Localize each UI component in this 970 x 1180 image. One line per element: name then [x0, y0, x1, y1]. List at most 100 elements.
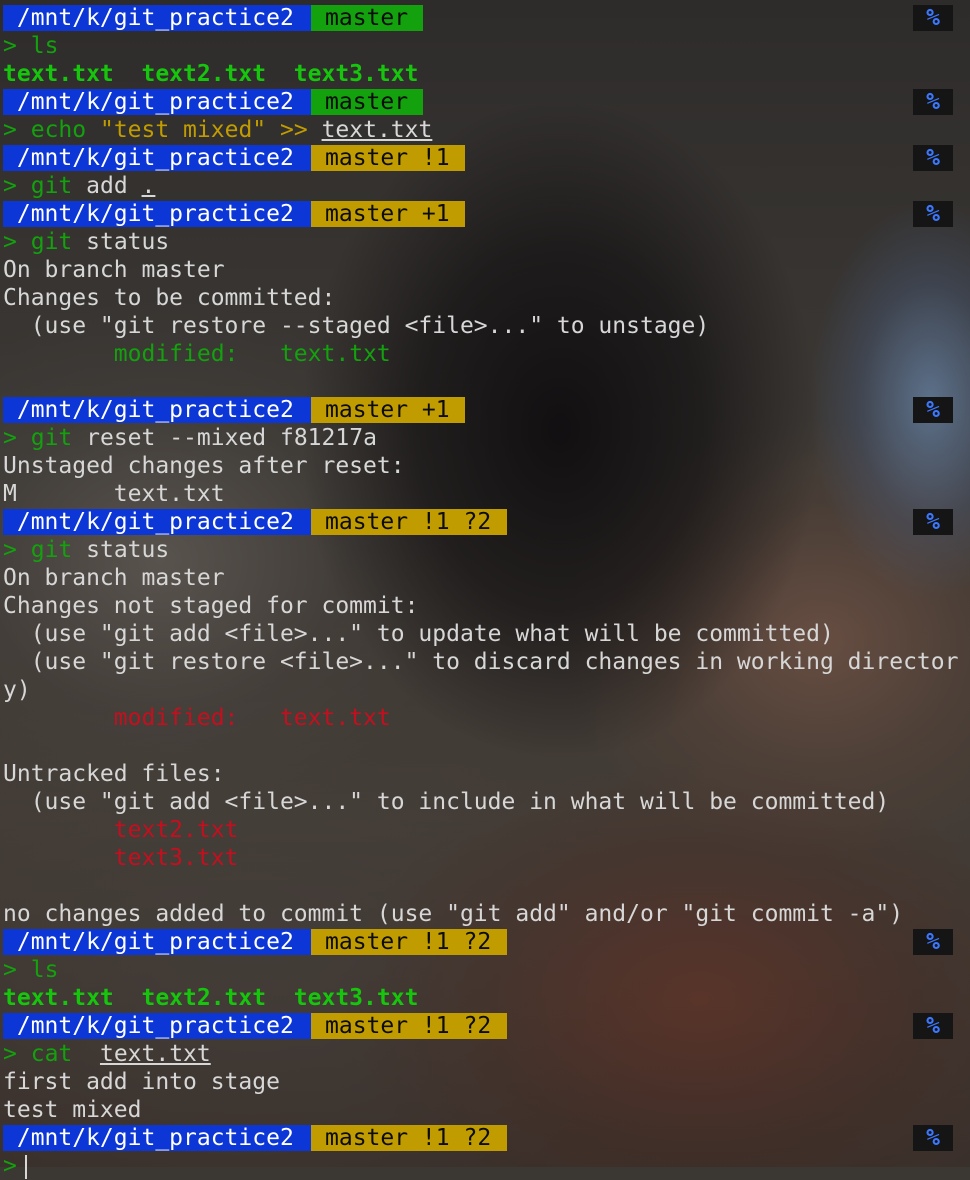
prompt-path-segment: /mnt/k/git_practice2: [3, 929, 311, 955]
prompt-git-branch-segment: master !1 ?2: [311, 1013, 507, 1039]
output-line: Changes not staged for commit:: [3, 593, 419, 619]
prompt-percent-segment: %: [913, 1125, 953, 1151]
command-name: cat: [30, 1041, 73, 1067]
prompt-caret: >: [3, 957, 17, 983]
output-line: Changes to be committed:: [3, 285, 336, 311]
modified-label: modified:: [3, 705, 280, 731]
output-line: (use "git restore --staged <file>..." to…: [3, 313, 710, 339]
prompt-git-branch-segment: master: [311, 89, 423, 115]
output-line: no changes added to commit (use "git add…: [3, 901, 904, 927]
command-args: add: [86, 173, 128, 199]
output-line: M text.txt: [3, 481, 225, 507]
command-line: > cat text.txt: [3, 1040, 970, 1068]
command-string-arg: "test mixed": [99, 117, 267, 143]
untracked-file-line: text2.txt: [3, 817, 239, 843]
command-args: status: [86, 537, 170, 563]
prompt-line: /mnt/k/git_practice2 master !1 ?2 %: [3, 508, 970, 536]
prompt-caret: >: [3, 229, 17, 255]
prompt-percent-segment: %: [913, 145, 953, 171]
unstaged-file-line: modified: text.txt: [3, 704, 970, 732]
command-args: status: [86, 229, 170, 255]
prompt-git-branch-segment: master +1: [311, 397, 465, 423]
prompt-caret: >: [3, 1153, 17, 1179]
prompt-percent-segment: %: [913, 397, 953, 423]
prompt-line: /mnt/k/git_practice2 master %: [3, 88, 970, 116]
command-path-arg: .: [141, 173, 156, 199]
prompt-percent-segment: %: [913, 1013, 953, 1039]
redirect-operator: >>: [280, 117, 308, 143]
modified-file: text.txt: [279, 705, 391, 731]
modified-label: modified:: [3, 341, 280, 367]
staged-file-line: modified: text.txt: [3, 340, 970, 368]
prompt-git-branch-segment: master !1 ?2: [311, 1125, 507, 1151]
prompt-caret: >: [3, 173, 17, 199]
terminal-output[interactable]: /mnt/k/git_practice2 master % > ls text.…: [3, 4, 970, 1180]
output-line: On branch master: [3, 257, 225, 283]
output-line: (use "git restore <file>..." to discard …: [3, 649, 959, 675]
prompt-percent-segment: %: [913, 929, 953, 955]
command-name: echo: [30, 117, 87, 143]
command-name: git: [30, 173, 73, 199]
output-line: On branch master: [3, 565, 225, 591]
prompt-git-branch-segment: master !1: [311, 145, 465, 171]
prompt-percent-segment: %: [913, 5, 953, 31]
untracked-file-line: text3.txt: [3, 845, 239, 871]
prompt-path-segment: /mnt/k/git_practice2: [3, 89, 311, 115]
command-name: git: [30, 425, 73, 451]
command-name: git: [30, 537, 73, 563]
prompt-path-segment: /mnt/k/git_practice2: [3, 145, 311, 171]
prompt-line: /mnt/k/git_practice2 master !1 %: [3, 144, 970, 172]
command-line: > ls: [3, 956, 970, 984]
prompt-git-branch-segment: master +1: [311, 201, 465, 227]
command-line: > git reset --mixed f81217a: [3, 424, 970, 452]
command-file-arg: text.txt: [321, 117, 433, 143]
prompt-caret: >: [3, 537, 17, 563]
command-args: reset --mixed f81217a: [86, 425, 377, 451]
output-line: Untracked files:: [3, 761, 225, 787]
prompt-line: /mnt/k/git_practice2 master +1 %: [3, 396, 970, 424]
command-line: > git add .: [3, 172, 970, 200]
prompt-line: /mnt/k/git_practice2 master !1 ?2 %: [3, 1124, 970, 1152]
prompt-caret: >: [3, 425, 17, 451]
prompt-line: /mnt/k/git_practice2 master %: [3, 4, 970, 32]
output-line: test mixed: [3, 1097, 142, 1123]
prompt-caret: >: [3, 33, 17, 59]
prompt-git-branch-segment: master: [311, 5, 423, 31]
prompt-percent-segment: %: [913, 509, 953, 535]
command-line: > git status: [3, 228, 970, 256]
prompt-git-branch-segment: master !1 ?2: [311, 929, 507, 955]
output-line: Unstaged changes after reset:: [3, 453, 405, 479]
command-name: ls: [30, 957, 59, 983]
command-line: > echo "test mixed" >> text.txt: [3, 116, 970, 144]
modified-file: text.txt: [279, 341, 391, 367]
prompt-path-segment: /mnt/k/git_practice2: [3, 397, 311, 423]
ls-output: text.txt text2.txt text3.txt: [3, 985, 419, 1011]
output-line: y): [3, 677, 31, 703]
prompt-caret: >: [3, 117, 17, 143]
prompt-path-segment: /mnt/k/git_practice2: [3, 5, 311, 31]
output-line: first add into stage: [3, 1069, 280, 1095]
prompt-path-segment: /mnt/k/git_practice2: [3, 1013, 311, 1039]
prompt-git-branch-segment: master !1 ?2: [311, 509, 507, 535]
prompt-percent-segment: %: [913, 201, 953, 227]
active-input-line[interactable]: >: [3, 1152, 970, 1180]
prompt-line: /mnt/k/git_practice2 master !1 ?2 %: [3, 928, 970, 956]
prompt-line: /mnt/k/git_practice2 master +1 %: [3, 200, 970, 228]
prompt-path-segment: /mnt/k/git_practice2: [3, 1125, 311, 1151]
output-line: (use "git add <file>..." to update what …: [3, 621, 834, 647]
command-file-arg: text.txt: [99, 1041, 211, 1067]
prompt-line: /mnt/k/git_practice2 master !1 ?2 %: [3, 1012, 970, 1040]
prompt-caret: >: [3, 1041, 17, 1067]
command-line: > ls: [3, 32, 970, 60]
output-line: (use "git add <file>..." to include in w…: [3, 789, 890, 815]
ls-output: text.txt text2.txt text3.txt: [3, 61, 419, 87]
prompt-percent-segment: %: [913, 89, 953, 115]
command-name: ls: [30, 33, 59, 59]
command-name: git: [30, 229, 73, 255]
prompt-path-segment: /mnt/k/git_practice2: [3, 201, 311, 227]
command-line: > git status: [3, 536, 970, 564]
prompt-path-segment: /mnt/k/git_practice2: [3, 509, 311, 535]
